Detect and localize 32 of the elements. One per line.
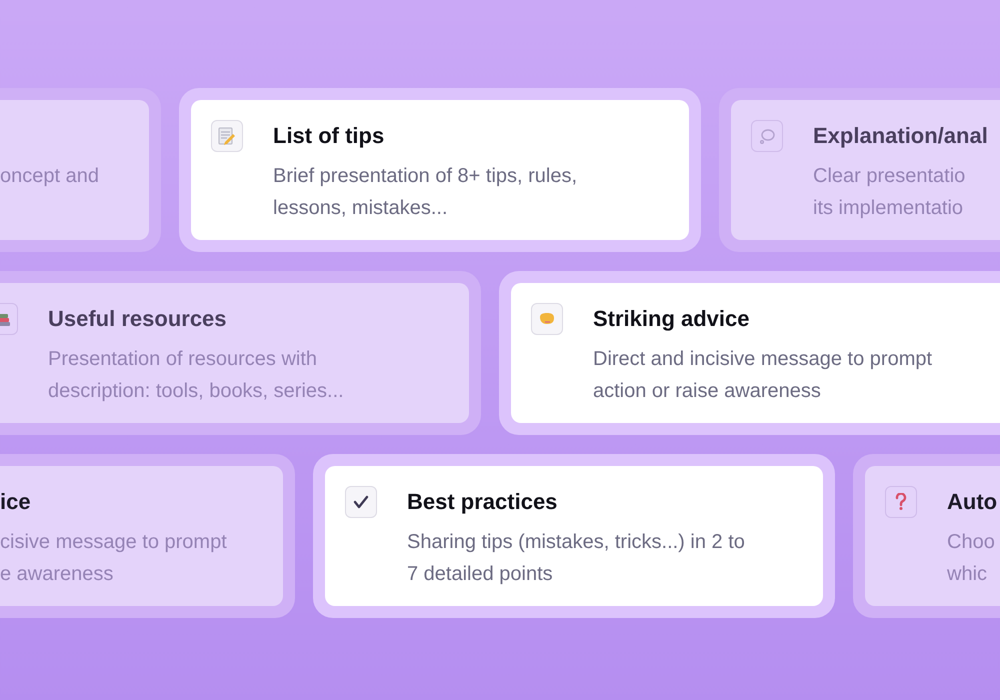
card-title: List of tips [273,122,386,150]
notepad-pencil-icon [218,127,236,145]
card-description: lessons, mistakes... [273,196,449,221]
card-description: its implementatio [813,196,964,221]
option-card[interactable]: Striking advice Direct and incisive message to prompt action or raise awareness [511,283,1000,423]
card-description: whic [947,562,988,587]
card-description: Sharing tips (mistakes, tricks...) in 2 to [407,530,745,555]
card-description: Presentation of resources with [48,347,318,372]
option-card[interactable]: List of tips Brief presentation of 8+ tips, rules, lessons, mistakes... [191,100,689,240]
card-description: 7 detailed points [407,562,554,587]
card-description: cisive message to prompt [0,530,227,555]
card-description: oncept and [0,164,99,189]
card-description: Brief presentation of 8+ tips, rules, [273,164,578,189]
card-title: Useful resources [48,305,228,333]
card-description: Clear presentatio [813,164,966,189]
option-card[interactable]: Useful resources Presentation of resources with description: tools, books, series... [0,283,469,423]
card-title: ice [0,488,32,516]
card-description: action or raise awareness [593,379,822,404]
card-description: Direct and incisive message to prompt [593,347,932,372]
card-description: e awareness [0,562,114,587]
option-card[interactable]: Auto Choo whic [865,466,1000,606]
option-card[interactable]: Best practices Sharing tips (mistakes, tricks...) in 2 to 7 detailed points [325,466,823,606]
card-title: Auto [947,488,998,516]
option-card[interactable]: ice cisive message to prompt e awareness [0,466,283,606]
question-icon [894,493,908,511]
card-description: Choo [947,530,996,555]
card-title: Striking advice [593,305,751,333]
card-title: Explanation/anal [813,122,988,150]
option-card[interactable]: Explanation/anal Clear presentatio its implementatio [731,100,1000,240]
card-title: Best practices [407,488,558,516]
check-icon [352,493,370,511]
card-description: description: tools, books, series... [48,379,344,404]
